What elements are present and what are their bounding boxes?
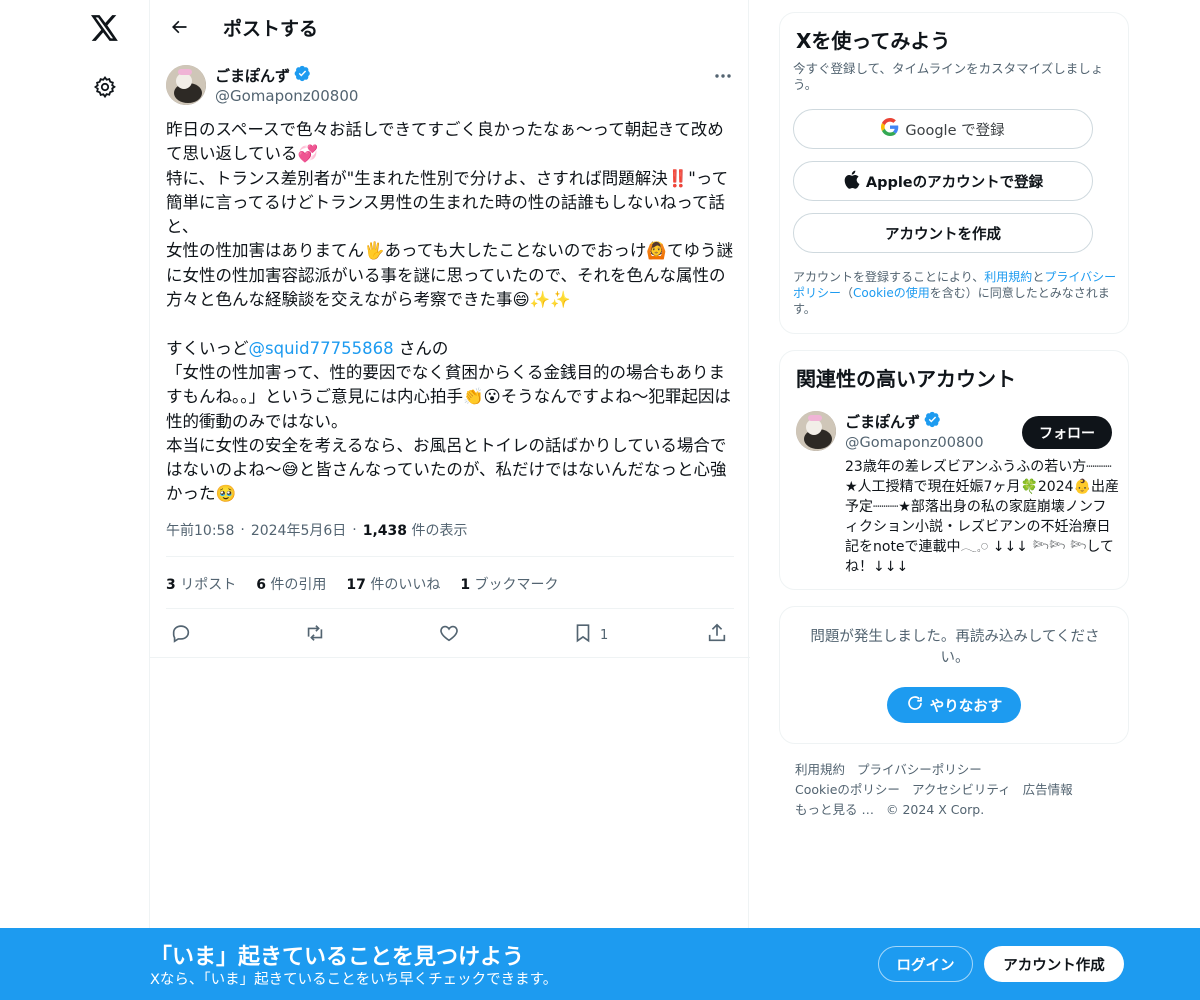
views-number: 1,438	[362, 523, 408, 539]
x-logo-icon[interactable]	[85, 8, 125, 48]
footer-link-ads[interactable]: 広告情報	[1023, 782, 1073, 797]
mention-link[interactable]: @squid77755868	[249, 339, 394, 358]
create-account-button[interactable]: アカウントを作成	[793, 213, 1093, 253]
settings-gear-icon[interactable]	[88, 70, 122, 104]
reply-icon	[170, 622, 192, 648]
repost-button[interactable]	[304, 622, 326, 648]
stat-reposts[interactable]: 3 リポスト	[166, 574, 236, 594]
verified-badge-icon	[294, 65, 311, 86]
reply-button[interactable]	[170, 622, 192, 648]
footer-link-cookie[interactable]: Cookieのポリシー	[795, 782, 900, 797]
signup-subtitle: 今すぐ登録して、タイムラインをカスタマイズしましょう。	[793, 61, 1104, 92]
tweet-text-part2: さんの 「女性の性加害って、性的要因でなく貧困からくる金銭目的の場合もありますも…	[166, 338, 731, 504]
footer-links: 利用規約 プライバシーポリシー Cookieのポリシー アクセシビリティ 広告情報 も…	[795, 760, 1125, 820]
related-accounts-card: 関連性の高いアカウント ごまぽんず @Gomaponz00800 フォロー 23…	[779, 350, 1129, 590]
bottombar-subtitle: Xなら、「いま」起きていることをいち早くチェックできます。	[150, 972, 558, 988]
stat-likes[interactable]: 17 件のいいね	[346, 574, 440, 594]
related-account-bio: 23歳年の差レズビアンふうふの若い方┈┈┈★人工授精で現在妊娠7ヶ月🍀2024👶…	[845, 459, 1119, 575]
heart-icon	[438, 622, 460, 648]
author-name-text[interactable]: ごまぽんず	[215, 65, 290, 86]
author-handle[interactable]: @Gomaponz00800	[215, 87, 358, 105]
login-prompt-bar: 「いま」起きていることを見つけよう Xなら、「いま」起きていることをいち早くチェ…	[0, 928, 1200, 1000]
like-button[interactable]	[438, 622, 460, 648]
related-title: 関連性の高いアカウント	[796, 367, 1016, 391]
login-button[interactable]: ログイン	[878, 946, 973, 982]
divider	[150, 657, 750, 658]
divider	[166, 556, 734, 557]
avatar[interactable]	[796, 411, 836, 451]
bookmark-icon	[572, 622, 594, 648]
create-account-label: アカウントを作成	[885, 226, 1001, 243]
terms-link[interactable]: 利用規約	[984, 270, 1032, 284]
footer-link-privacy[interactable]: プライバシーポリシー	[857, 762, 982, 777]
page-header: ポストする	[150, 0, 750, 53]
tweet-meta: 午前10:58 · 2024年5月6日 · 1,438 件の表示	[166, 520, 467, 540]
views-label: 件の表示	[411, 523, 468, 539]
follow-button[interactable]: フォロー	[1022, 416, 1112, 449]
apple-icon	[843, 170, 860, 193]
google-icon	[881, 118, 899, 140]
author-name[interactable]: ごまぽんず	[215, 65, 311, 86]
meta-separator: ·	[240, 522, 245, 538]
views-count: 1,438 件の表示	[363, 520, 468, 540]
related-account-handle[interactable]: @Gomaponz00800	[845, 435, 984, 451]
retry-button[interactable]: やりなおす	[887, 687, 1021, 723]
footer-link-terms[interactable]: 利用規約	[795, 762, 845, 777]
stat-bookmarks[interactable]: 1 ブックマーク	[460, 574, 558, 594]
tweet-author: ごまぽんず @Gomaponz00800	[166, 64, 736, 108]
tweet-stats: 3 リポスト 6 件の引用 17 件のいいね 1 ブックマーク	[166, 574, 559, 594]
page-title: ポストする	[223, 18, 319, 40]
bookmark-count: 1	[600, 627, 609, 643]
error-message: 問題が発生しました。再読み込みしてください。	[810, 629, 1100, 666]
divider	[166, 608, 734, 609]
google-signup-button[interactable]: Google で登録	[793, 109, 1093, 149]
footer-copyright: © 2024 X Corp.	[885, 802, 985, 817]
verified-badge-icon	[924, 411, 941, 432]
tweet-text-part1: 昨日のスペースで色々お話しできてすごく良かったなぁ〜って朝起きて改めて思い返して…	[166, 120, 733, 358]
tweet-actions: 1	[166, 620, 736, 648]
tweet-date[interactable]: 2024年5月6日	[251, 520, 346, 540]
meta-separator: ·	[352, 522, 357, 538]
repost-icon	[304, 622, 326, 648]
google-signup-label: Google で登録	[905, 122, 1005, 139]
main-column: ポストする ごまぽんず @Gomaponz00800 昨日のスペースで色々お話し…	[149, 0, 750, 1000]
footer-link-more[interactable]: もっと見る …	[795, 802, 874, 817]
refresh-icon	[906, 694, 924, 716]
signup-card: Xを使ってみよう 今すぐ登録して、タイムラインをカスタマイズしましょう。 Goo…	[779, 12, 1129, 334]
left-nav	[0, 0, 150, 1000]
terms-notice: アカウントを登録することにより、利用規約とプライバシーポリシー（Cookieの使…	[793, 270, 1117, 316]
back-arrow-icon[interactable]	[162, 10, 196, 44]
tweet-time[interactable]: 午前10:58	[166, 520, 234, 540]
avatar[interactable]	[166, 65, 206, 105]
stat-quotes[interactable]: 6 件の引用	[256, 574, 326, 594]
bookmark-button[interactable]: 1	[572, 622, 608, 648]
signup-button[interactable]: アカウント作成	[984, 946, 1124, 982]
share-button[interactable]	[706, 622, 728, 648]
error-card: 問題が発生しました。再読み込みしてください。 やりなおす	[779, 606, 1129, 744]
apple-signup-label: Appleのアカウントで登録	[865, 174, 1044, 191]
bottombar-title: 「いま」起きていることを見つけよう	[150, 945, 525, 970]
tweet-body: 昨日のスペースで色々お話しできてすごく良かったなぁ〜って朝起きて改めて思い返して…	[166, 118, 736, 507]
retry-label: やりなおす	[929, 698, 1003, 715]
related-account-name[interactable]: ごまぽんず	[845, 411, 941, 432]
apple-signup-button[interactable]: Appleのアカウントで登録	[793, 161, 1093, 201]
signup-title: Xを使ってみよう	[796, 29, 951, 53]
more-options-icon[interactable]	[710, 66, 736, 86]
cookie-link[interactable]: Cookieの使用	[853, 286, 930, 300]
share-icon	[706, 622, 728, 648]
footer-link-accessibility[interactable]: アクセシビリティ	[912, 782, 1011, 797]
